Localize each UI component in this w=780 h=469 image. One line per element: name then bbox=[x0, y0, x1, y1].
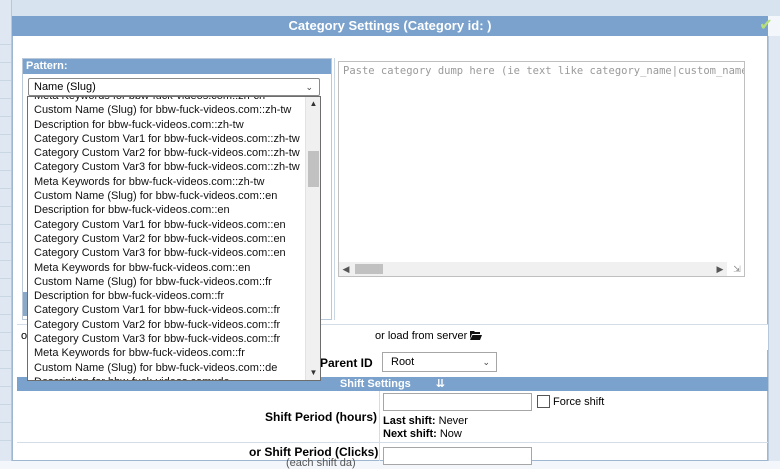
last-shift-label: Last shift: bbox=[383, 415, 436, 427]
dropdown-scroll-thumb[interactable] bbox=[308, 151, 319, 187]
pattern-option[interactable]: Category Custom Var3 for bbw-fuck-videos… bbox=[28, 332, 305, 346]
pattern-option[interactable]: Custom Name (Slug) for bbw-fuck-videos.c… bbox=[28, 189, 305, 203]
pattern-option[interactable]: Description for bbw-fuck-videos.com::fr bbox=[28, 289, 305, 303]
dropdown-scrollbar[interactable]: ▲ ▼ bbox=[305, 97, 320, 380]
force-shift-checkbox[interactable] bbox=[537, 395, 550, 408]
shift-period-clicks-hint: (each shift da) bbox=[286, 457, 356, 469]
pattern-option[interactable]: Category Custom Var1 for bbw-fuck-videos… bbox=[28, 218, 305, 232]
pattern-dropdown-list[interactable]: Meta Keywords for bbw-fuck-videos.com::z… bbox=[27, 96, 321, 381]
pattern-option[interactable]: Meta Keywords for bbw-fuck-videos.com::f… bbox=[28, 346, 305, 360]
pattern-option[interactable]: Category Custom Var1 for bbw-fuck-videos… bbox=[28, 303, 305, 317]
shift-settings-label: Shift Settings bbox=[339, 378, 411, 390]
pattern-label: Pattern: bbox=[23, 59, 331, 74]
page-top-background bbox=[12, 0, 780, 16]
next-shift-info: Next shift: Now bbox=[383, 428, 462, 440]
force-shift-label: Force shift bbox=[553, 396, 605, 408]
pattern-option[interactable]: Category Custom Var3 for bbw-fuck-videos… bbox=[28, 160, 305, 174]
last-shift-info: Last shift: Never bbox=[383, 415, 468, 427]
shift-period-clicks-input[interactable] bbox=[383, 447, 532, 465]
pattern-option[interactable]: Category Custom Var2 for bbw-fuck-videos… bbox=[28, 146, 305, 160]
double-chevron-down-icon: ⇊ bbox=[435, 378, 446, 390]
pattern-option[interactable]: Custom Name (Slug) for bbw-fuck-videos.c… bbox=[28, 275, 305, 289]
next-shift-label: Next shift: bbox=[383, 428, 437, 440]
pattern-option[interactable]: Meta Keywords for bbw-fuck-videos.com::z… bbox=[28, 175, 305, 189]
scroll-down-icon[interactable]: ▼ bbox=[306, 366, 320, 380]
shift-column-divider bbox=[379, 391, 380, 461]
dump-horizontal-scrollbar[interactable] bbox=[339, 262, 727, 276]
parent-id-value: Root bbox=[391, 356, 415, 368]
pattern-option[interactable]: Meta Keywords for bbw-fuck-videos.com::z… bbox=[28, 97, 305, 103]
scroll-up-icon[interactable]: ▲ bbox=[306, 97, 320, 111]
pattern-selected-value: Name (Slug) bbox=[34, 81, 96, 93]
panel-title: Category Settings (Category id: ) bbox=[12, 16, 768, 36]
left-side-strip bbox=[0, 0, 12, 461]
chevron-down-icon: ⌄ bbox=[305, 82, 313, 92]
pattern-option[interactable]: Custom Name (Slug) for bbw-fuck-videos.c… bbox=[28, 361, 305, 375]
pattern-option[interactable]: Category Custom Var2 for bbw-fuck-videos… bbox=[28, 318, 305, 332]
pattern-option[interactable]: Category Custom Var3 for bbw-fuck-videos… bbox=[28, 246, 305, 260]
load-from-server-label: or load from server bbox=[375, 330, 468, 342]
category-dump-textarea[interactable]: Paste category dump here (ie text like c… bbox=[338, 61, 745, 277]
parent-id-select[interactable]: Root ⌄ bbox=[382, 352, 497, 372]
parent-id-label: Parent ID bbox=[320, 356, 373, 370]
load-from-server-link[interactable]: or load from server bbox=[375, 330, 483, 342]
scroll-right-icon[interactable]: ▶ bbox=[713, 262, 727, 276]
pattern-options: Meta Keywords for bbw-fuck-videos.com::z… bbox=[28, 97, 305, 380]
pattern-option[interactable]: Description for bbw-fuck-videos.com::de bbox=[28, 375, 305, 380]
shift-row-divider bbox=[17, 442, 768, 443]
pattern-option[interactable]: Custom Name (Slug) for bbw-fuck-videos.c… bbox=[28, 103, 305, 117]
next-shift-value: Now bbox=[439, 428, 462, 440]
pattern-option[interactable]: Meta Keywords for bbw-fuck-videos.com::e… bbox=[28, 261, 305, 275]
shift-period-hours-label: Shift Period (hours) bbox=[265, 410, 377, 424]
pattern-option[interactable]: Description for bbw-fuck-videos.com::en bbox=[28, 203, 305, 217]
right-side-strip bbox=[768, 36, 780, 461]
pattern-select[interactable]: Name (Slug) ⌄ bbox=[28, 78, 320, 96]
check-icon[interactable]: ✔ bbox=[752, 16, 780, 36]
chevron-down-icon: ⌄ bbox=[482, 357, 490, 367]
pattern-option[interactable]: Category Custom Var1 for bbw-fuck-videos… bbox=[28, 132, 305, 146]
pattern-option[interactable]: Category Custom Var2 for bbw-fuck-videos… bbox=[28, 232, 305, 246]
dump-scroll-thumb[interactable] bbox=[355, 264, 383, 274]
last-shift-value: Never bbox=[438, 415, 468, 427]
shift-period-hours-input[interactable] bbox=[383, 393, 532, 411]
pattern-option[interactable]: Description for bbw-fuck-videos.com::zh-… bbox=[28, 118, 305, 132]
scroll-left-icon[interactable]: ◀ bbox=[339, 262, 353, 276]
resize-handle-icon[interactable]: ⇲ bbox=[731, 263, 743, 275]
folder-open-icon bbox=[470, 330, 483, 342]
